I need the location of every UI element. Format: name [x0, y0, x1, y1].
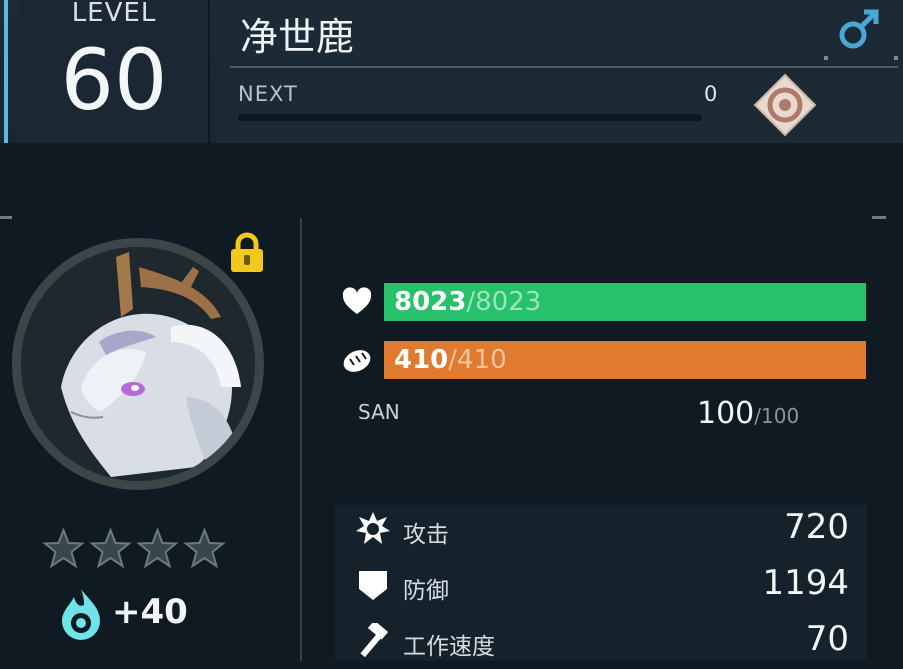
hunger-current: 410 [394, 345, 449, 375]
hunger-max: /410 [448, 345, 507, 375]
san-value: 100/100 [697, 396, 799, 431]
next-value: 0 [704, 82, 718, 106]
column-divider [300, 218, 302, 661]
work-speed-hammer-icon [360, 623, 389, 658]
hp-text: 8023/8023 [394, 287, 541, 317]
neutral-element-icon [753, 73, 817, 137]
lock-icon[interactable] [228, 232, 266, 274]
hunger-text: 410/410 [394, 345, 507, 375]
soul-value: +40 [112, 592, 188, 632]
decor-dot [894, 56, 898, 60]
star-icon [89, 527, 132, 569]
side-dash [872, 216, 886, 219]
defense-shield-icon [359, 571, 387, 600]
decor-dot [824, 56, 828, 60]
bread-icon [343, 350, 371, 372]
side-dash [0, 216, 12, 219]
stats-panel: 攻击 720 防御 1194 工作速度 70 [335, 505, 867, 661]
san-max: /100 [754, 404, 800, 428]
stat-label: 防御 [403, 578, 449, 604]
pal-name: 净世鹿 [240, 15, 355, 59]
stat-row-work-speed: 工作速度 70 [335, 617, 867, 669]
san-current: 100 [697, 396, 755, 431]
pal-portrait [12, 238, 264, 490]
next-label: NEXT [238, 82, 298, 106]
level-label: LEVEL [71, 0, 157, 28]
stat-value: 1194 [762, 563, 849, 603]
level-value: 60 [60, 31, 168, 129]
star-icon [183, 527, 226, 569]
name-underline [230, 66, 898, 68]
stat-row-defense: 防御 1194 [335, 561, 867, 613]
hp-max: /8023 [466, 287, 542, 317]
rank-stars [42, 527, 232, 569]
name-panel: 净世鹿 NEXT 0 [216, 0, 903, 143]
stat-value: 70 [805, 619, 849, 659]
level-box: LEVEL 60 [20, 0, 210, 143]
stat-label: 工作速度 [403, 634, 495, 660]
san-label: SAN [358, 400, 400, 424]
soul-flame-icon [62, 589, 100, 640]
heart-icon [342, 287, 372, 314]
male-icon [839, 9, 879, 49]
star-icon [42, 527, 85, 569]
hp-current: 8023 [394, 287, 467, 317]
stat-label: 攻击 [403, 522, 449, 548]
exp-progress-bar [238, 114, 702, 121]
stat-row-attack: 攻击 720 [335, 505, 867, 557]
stat-value: 720 [784, 507, 849, 547]
level-accent-stripe [4, 0, 8, 143]
star-icon [136, 527, 179, 569]
pal-portrait-image [21, 247, 255, 481]
attack-icon [356, 512, 390, 544]
